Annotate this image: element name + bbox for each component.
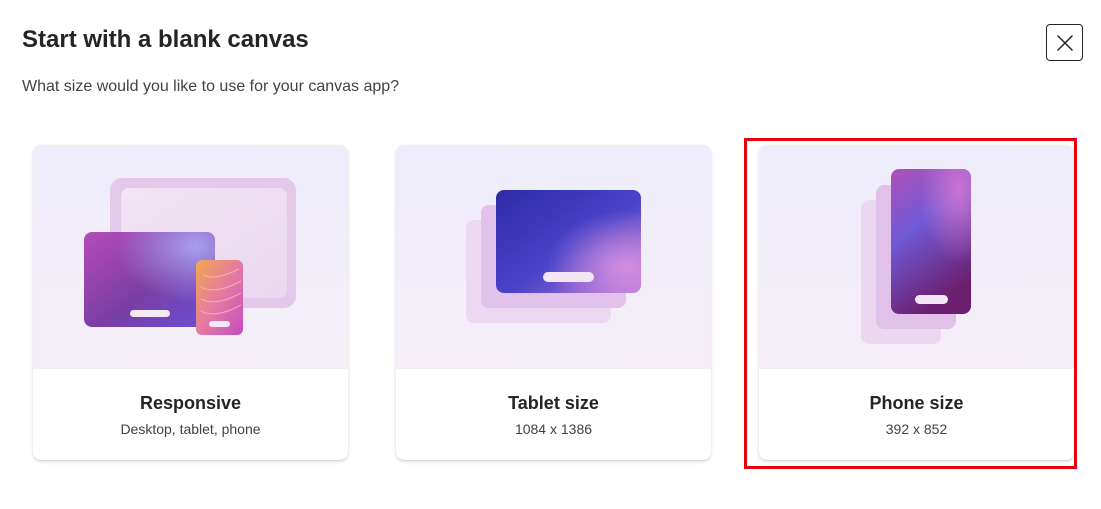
dialog-subtitle: What size would you like to use for your… [22, 78, 400, 95]
phone-label: Phone size [869, 393, 964, 413]
close-button[interactable] [1046, 24, 1083, 61]
phone-illustration [759, 145, 1074, 369]
responsive-illustration [33, 145, 348, 369]
tablet-description: 1084 x 1386 [514, 421, 593, 437]
responsive-label: Responsive [139, 393, 242, 413]
dialog-title: Start with a blank canvas [22, 26, 309, 53]
tablet-option-card[interactable]: Tablet size 1084 x 1386 [396, 145, 711, 460]
phone-option-card[interactable]: Phone size 392 x 852 [759, 145, 1074, 460]
tablet-label: Tablet size [508, 393, 599, 413]
phone-description: 392 x 852 [885, 421, 948, 437]
responsive-description: Desktop, tablet, phone [120, 421, 261, 437]
close-icon [1056, 34, 1073, 51]
responsive-option-card[interactable]: Responsive Desktop, tablet, phone [33, 145, 348, 460]
tablet-illustration [396, 145, 711, 369]
